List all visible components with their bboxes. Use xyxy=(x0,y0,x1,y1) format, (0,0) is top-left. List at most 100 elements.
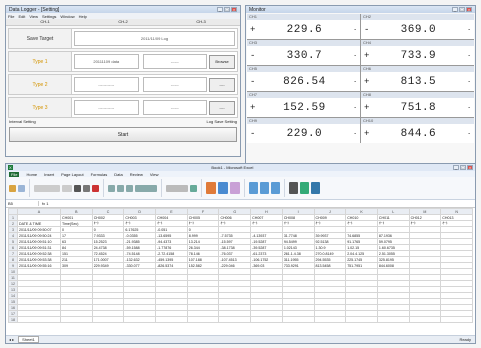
sum-icon[interactable] xyxy=(289,182,298,194)
merge-center-icon[interactable] xyxy=(135,184,157,192)
reading-value: 330.7 xyxy=(286,49,323,62)
minimize-button[interactable]: _ xyxy=(217,7,223,12)
sheet-tab[interactable]: Sheet1 xyxy=(18,336,39,343)
monitor-cell: CH7 +152.59- xyxy=(247,92,360,117)
monitor-cell: CH5-826.54- xyxy=(247,66,360,91)
monitor-titlebar: Monitor _ □ × xyxy=(246,6,475,13)
italic-icon[interactable] xyxy=(83,184,90,192)
type-2-field[interactable]: ------------ xyxy=(74,77,139,92)
type-3-button[interactable]: ---- xyxy=(209,100,235,115)
font-size-select[interactable] xyxy=(62,184,72,192)
formula-input[interactable]: fx 1 xyxy=(39,201,48,206)
table-cell[interactable] xyxy=(123,316,157,323)
row-header[interactable]: 18 xyxy=(8,316,18,323)
tab-view[interactable]: View xyxy=(150,172,159,177)
reading-value: 826.54 xyxy=(283,75,326,88)
close-button[interactable]: × xyxy=(231,7,237,12)
type-1-field-2[interactable]: ------ xyxy=(142,54,207,69)
insert-cells-icon[interactable] xyxy=(249,182,258,194)
table-cell[interactable] xyxy=(440,316,473,323)
menu-window[interactable]: Window xyxy=(60,14,74,19)
sheet-nav-icon[interactable]: ◂ ▸ xyxy=(9,337,14,342)
close-button[interactable]: × xyxy=(466,7,472,12)
number-group xyxy=(166,179,202,197)
row-label: Save Target xyxy=(9,29,72,48)
maximize-button[interactable]: □ xyxy=(460,165,466,170)
reading: +152.59 - xyxy=(247,98,360,117)
find-select-icon[interactable] xyxy=(311,182,320,194)
interval-setting-checkbox[interactable]: Interval Setting xyxy=(9,119,36,124)
table-cell[interactable] xyxy=(155,316,188,323)
type-1-field[interactable]: 20111109 data xyxy=(74,54,139,69)
align-left-icon[interactable] xyxy=(108,184,115,192)
menu-file[interactable]: File xyxy=(8,14,14,19)
tab-page-layout[interactable]: Page Layout xyxy=(61,172,83,177)
log-save-setting-link[interactable]: Log Save Setting xyxy=(207,119,237,124)
table-cell[interactable] xyxy=(408,316,442,323)
tab-insert[interactable]: Insert xyxy=(44,172,54,177)
cut-icon[interactable] xyxy=(18,184,25,192)
type-3-field[interactable]: ------------ xyxy=(74,100,139,115)
reading: - 330.7 - xyxy=(247,46,360,65)
conditional-format-icon[interactable] xyxy=(206,182,216,194)
browse-button[interactable]: Browse xyxy=(209,54,235,69)
menu-help[interactable]: Help xyxy=(79,14,87,19)
maximize-button[interactable]: □ xyxy=(459,7,465,12)
header-col-1: CH-1 xyxy=(40,19,50,24)
spreadsheet-grid[interactable]: ABCDEFGHIJKLMN 1 CH001 CH002 CH003 CH004 CH00… xyxy=(8,208,473,323)
reading-value: 751.8 xyxy=(400,101,437,114)
table-cell[interactable] xyxy=(376,316,410,323)
close-button[interactable]: × xyxy=(467,165,473,170)
clipboard-group xyxy=(9,179,30,197)
header-col-2: CH-2 xyxy=(118,19,128,24)
menu-settings[interactable]: Settings xyxy=(42,14,56,19)
table-cell[interactable] xyxy=(186,316,220,323)
monitor-title: Monitor xyxy=(249,6,266,13)
reading-value: 229.6 xyxy=(286,23,323,36)
sign-indicator: + xyxy=(250,24,256,35)
table-cell[interactable] xyxy=(345,316,378,323)
type-2-field-2[interactable]: ------ xyxy=(142,77,207,92)
number-format-select[interactable] xyxy=(166,184,188,192)
logger-title: Data Logger - [Setting] xyxy=(9,6,60,13)
save-target-field[interactable]: 2011/11/09 Log xyxy=(74,31,235,46)
sign-indicator: + xyxy=(364,76,370,87)
table-cell[interactable] xyxy=(250,316,283,323)
type-2-button[interactable]: ---- xyxy=(209,77,235,92)
tab-data[interactable]: Data xyxy=(114,172,122,177)
tab-file[interactable]: File xyxy=(9,171,20,177)
alignment-group xyxy=(108,179,162,197)
menu-view[interactable]: View xyxy=(29,14,38,19)
maximize-button[interactable]: □ xyxy=(224,7,230,12)
sort-filter-icon[interactable] xyxy=(300,182,309,194)
minimize-button[interactable]: _ xyxy=(453,165,459,170)
table-cell[interactable] xyxy=(281,316,315,323)
minimize-button[interactable]: _ xyxy=(452,7,458,12)
table-cell[interactable] xyxy=(313,316,347,323)
table-cell[interactable] xyxy=(60,316,93,323)
start-button[interactable]: Start xyxy=(9,127,237,142)
type-3-field-2[interactable]: ------ xyxy=(142,100,207,115)
percent-icon[interactable] xyxy=(190,184,197,192)
menu-edit[interactable]: Edit xyxy=(18,14,25,19)
bold-icon[interactable] xyxy=(74,184,81,192)
tab-formulas[interactable]: Formulas xyxy=(91,172,108,177)
align-center-icon[interactable] xyxy=(117,184,124,192)
wrap-text-icon[interactable] xyxy=(126,184,133,192)
cell-styles-icon[interactable] xyxy=(230,182,240,194)
format-table-icon[interactable] xyxy=(218,182,228,194)
table-cell[interactable] xyxy=(91,316,125,323)
monitor-cell: CH2-369.0- xyxy=(361,14,474,39)
name-box[interactable]: B5 xyxy=(6,201,39,206)
font-color-icon[interactable] xyxy=(92,184,99,192)
delete-cells-icon[interactable] xyxy=(260,182,269,194)
tab-review[interactable]: Review xyxy=(130,172,143,177)
monitor-cell: CH4 +733.9- xyxy=(361,40,474,65)
paste-icon[interactable] xyxy=(9,184,16,192)
table-cell[interactable] xyxy=(218,316,252,323)
format-cells-icon[interactable] xyxy=(271,182,280,194)
table-cell[interactable] xyxy=(17,316,61,323)
sign-indicator: - xyxy=(364,24,370,35)
font-name-select[interactable] xyxy=(34,184,60,192)
tab-home[interactable]: Home xyxy=(26,172,37,177)
